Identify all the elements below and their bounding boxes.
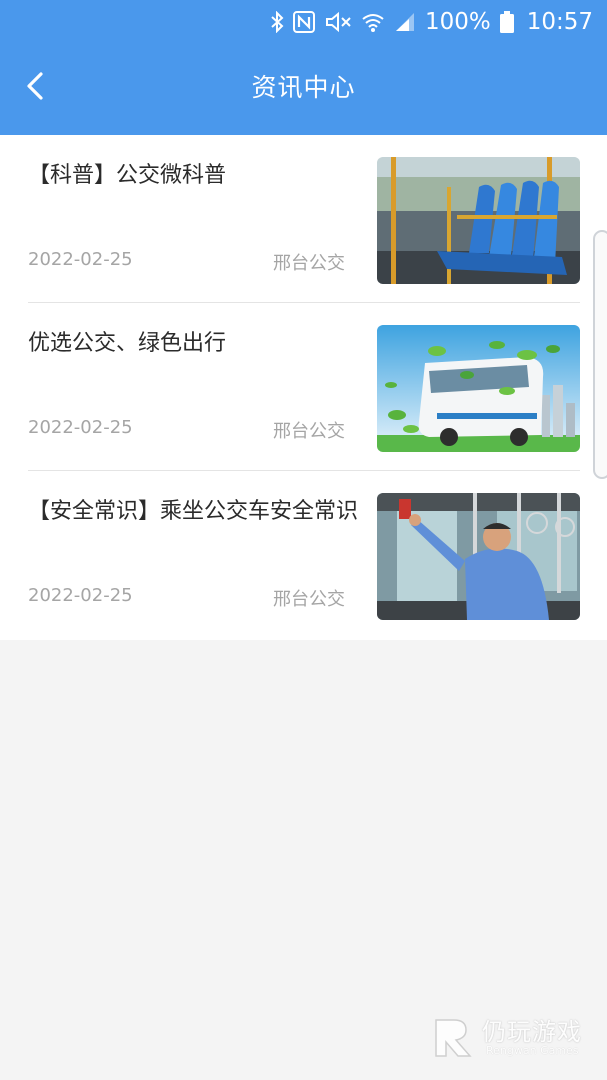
news-source: 邢台公交 xyxy=(273,589,345,610)
news-item[interactable]: 【科普】公交微科普 2022-02-25 邢台公交 xyxy=(28,135,580,303)
status-bar: 100% 10:57 xyxy=(0,0,607,44)
bluetooth-icon xyxy=(270,11,284,33)
watermark-name-cn: 仍玩游戏 xyxy=(482,1018,582,1046)
news-list: 【科普】公交微科普 2022-02-25 邢台公交 优选公交、绿色出行 2022… xyxy=(0,135,607,640)
news-title: 【安全常识】乘坐公交车安全常识 xyxy=(28,499,359,524)
page-title: 资讯中心 xyxy=(251,73,356,102)
news-date: 2022-02-25 xyxy=(28,585,133,606)
app-header: 100% 10:57 资讯中心 xyxy=(0,0,607,135)
clock: 10:57 xyxy=(526,9,593,35)
news-source: 邢台公交 xyxy=(273,421,345,442)
news-title: 【科普】公交微科普 xyxy=(28,163,227,188)
watermark-logo-icon xyxy=(430,1014,476,1064)
news-date: 2022-02-25 xyxy=(28,249,133,270)
mute-icon xyxy=(324,11,352,33)
watermark: 仍玩游戏 Rengwan Games xyxy=(430,1010,590,1068)
news-date: 2022-02-25 xyxy=(28,417,133,438)
news-source: 邢台公交 xyxy=(273,253,345,274)
side-scroll-indicator[interactable] xyxy=(593,230,607,479)
battery-percent: 100% xyxy=(424,9,491,35)
green-bus-photo xyxy=(377,325,580,452)
news-item[interactable]: 优选公交、绿色出行 2022-02-25 邢台公交 xyxy=(28,303,580,471)
wifi-icon xyxy=(361,11,385,33)
news-item[interactable]: 【安全常识】乘坐公交车安全常识 2022-02-25 邢台公交 xyxy=(28,471,580,639)
battery-icon xyxy=(499,11,514,33)
bus-seats-photo xyxy=(377,157,580,284)
nfc-icon xyxy=(292,11,315,33)
watermark-name-en: Rengwan Games xyxy=(486,1044,579,1057)
signal-icon xyxy=(394,11,416,33)
news-title: 优选公交、绿色出行 xyxy=(28,331,227,356)
bus-officer-photo xyxy=(377,493,580,620)
